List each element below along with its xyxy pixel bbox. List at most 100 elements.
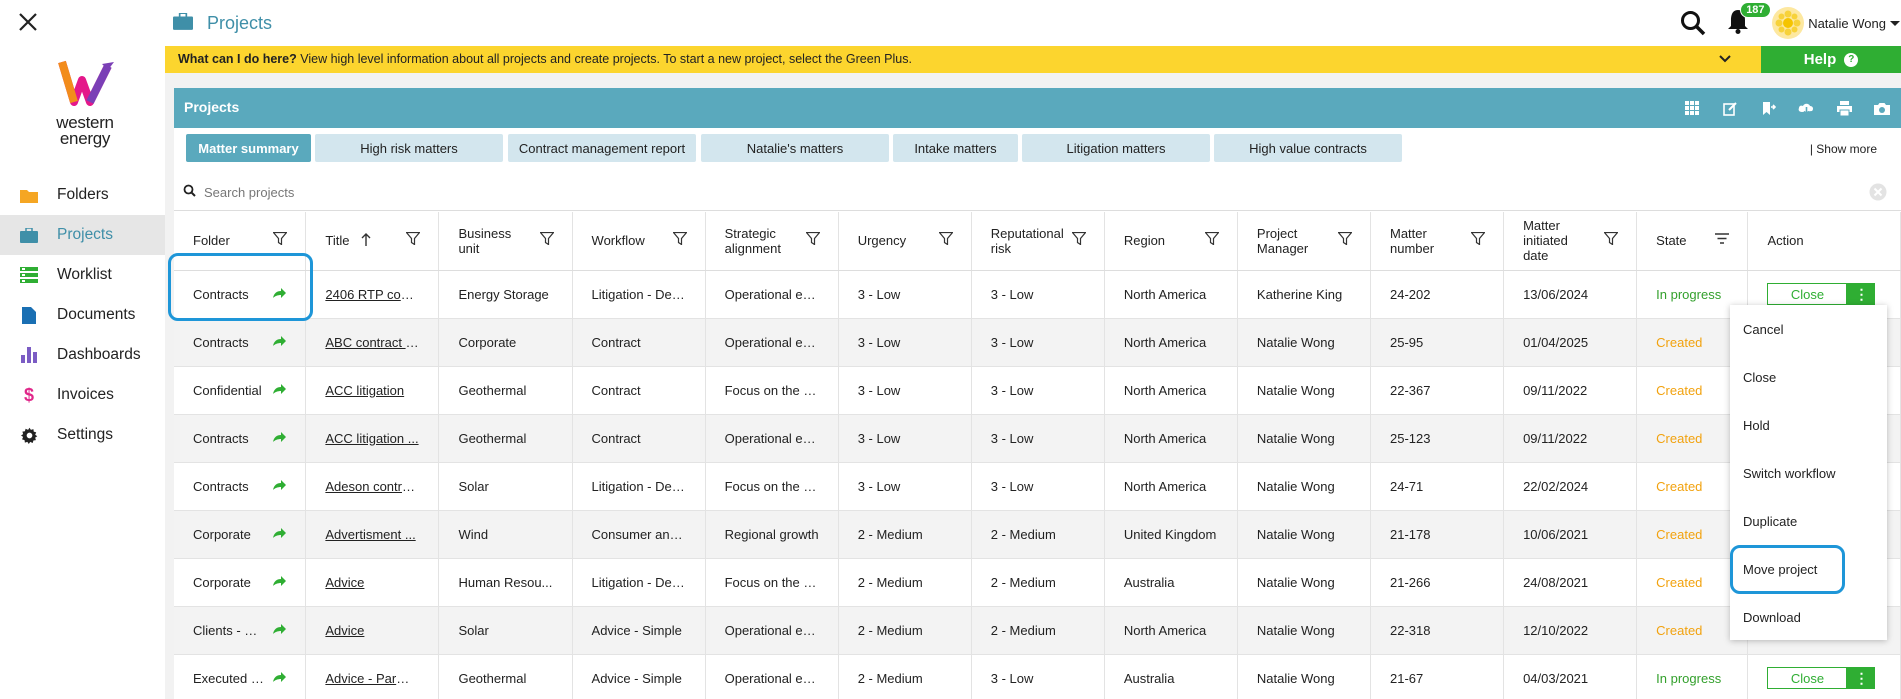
close-project-button[interactable]: Close [1767, 667, 1848, 689]
column-header-urgency[interactable]: Urgency [838, 212, 972, 271]
filter-lines-icon[interactable] [1715, 232, 1730, 247]
search-icon[interactable] [1680, 10, 1706, 36]
filter-icon[interactable] [804, 231, 821, 248]
tab-litigation-matters[interactable]: Litigation matters [1022, 134, 1210, 162]
go-to-folder-arrow-icon[interactable] [272, 335, 287, 350]
column-header-title[interactable]: Title [305, 212, 440, 271]
go-to-folder-arrow-icon[interactable] [272, 479, 287, 494]
go-to-folder-arrow-icon[interactable] [272, 623, 287, 638]
cell-title[interactable]: Advertisment ... [305, 510, 440, 559]
filter-icon[interactable] [1204, 231, 1220, 248]
filter-icon[interactable] [272, 231, 289, 248]
menu-item-cancel[interactable]: Cancel [1730, 305, 1887, 353]
sidebar-item-dashboards[interactable]: Dashboards [0, 335, 165, 375]
sidebar-item-documents[interactable]: Documents [0, 295, 165, 335]
go-to-folder-arrow-icon[interactable] [272, 575, 287, 590]
menu-item-move-project[interactable]: Move project [1730, 545, 1887, 593]
help-button[interactable]: Help? [1761, 46, 1901, 73]
notification-bell[interactable]: 187 [1726, 1, 1771, 39]
column-header-matter-initiated-date[interactable]: Matter initiated date [1503, 212, 1638, 271]
cell-title[interactable]: Advice - Parma... [305, 654, 440, 699]
bookmark-export-icon[interactable] [1759, 99, 1777, 117]
tab-natalies-matters[interactable]: Natalie's matters [701, 134, 889, 162]
filter-icon[interactable] [1470, 231, 1486, 248]
edit-icon[interactable] [1721, 99, 1739, 117]
more-actions-kebab-icon[interactable]: ⋮ [1847, 283, 1876, 305]
filter-icon[interactable] [405, 231, 422, 248]
chevron-down-icon[interactable] [1890, 19, 1900, 27]
go-to-folder-arrow-icon[interactable] [272, 671, 287, 686]
filter-icon[interactable] [1071, 231, 1087, 248]
project-title-link[interactable]: Advice [325, 575, 364, 590]
go-to-folder-arrow-icon[interactable] [272, 527, 287, 542]
project-title-link[interactable]: ACC litigation ... [325, 431, 418, 446]
table-row[interactable]: Contracts ACC litigation ... Geothermal Con… [174, 414, 1901, 463]
sort-ascending-icon[interactable] [361, 233, 371, 249]
table-row[interactable]: Confidential ACC litigation Geothermal Cont… [174, 366, 1901, 415]
cell-title[interactable]: 2406 RTP cont... [305, 270, 440, 319]
menu-item-hold[interactable]: Hold [1730, 401, 1887, 449]
column-header-business-unit[interactable]: Business unit [438, 212, 573, 271]
column-header-state[interactable]: State [1636, 212, 1749, 271]
sidebar-item-projects[interactable]: Projects [0, 215, 165, 255]
project-title-link[interactable]: Advertisment ... [325, 527, 415, 542]
sidebar-item-invoices[interactable]: $ Invoices [0, 375, 165, 415]
sidebar-item-folders[interactable]: Folders [0, 175, 165, 215]
project-title-link[interactable]: Advice - Parma... [325, 671, 425, 686]
menu-item-close[interactable]: Close [1730, 353, 1887, 401]
table-row[interactable]: Clients - No... Advice Solar Advice - Simpl… [174, 606, 1901, 655]
table-row[interactable]: Corporate Advice Human Resou... Litigation … [174, 558, 1901, 607]
cloud-download-icon[interactable] [1797, 99, 1815, 117]
column-header-matter-number[interactable]: Matter number [1370, 212, 1505, 271]
print-icon[interactable] [1835, 99, 1853, 117]
tab-matter-summary[interactable]: Matter summary [186, 134, 311, 162]
cell-title[interactable]: ACC litigation ... [305, 414, 440, 463]
filter-icon[interactable] [1337, 231, 1353, 248]
table-row[interactable]: Contracts 2406 RTP cont... Energy Storage L… [174, 270, 1901, 319]
table-row[interactable]: Contracts ABC contract 2... Corporate Contr… [174, 318, 1901, 367]
menu-item-switch-workflow[interactable]: Switch workflow [1730, 449, 1887, 497]
column-header-reputational-risk[interactable]: Reputational risk [971, 212, 1105, 271]
close-project-button[interactable]: Close [1767, 283, 1848, 305]
go-to-folder-arrow-icon[interactable] [272, 287, 287, 302]
avatar[interactable] [1772, 7, 1805, 39]
cell-title[interactable]: Advice [305, 558, 440, 607]
tab-high-value-contracts[interactable]: High value contracts [1214, 134, 1402, 162]
column-header-project-manager[interactable]: Project Manager [1237, 212, 1372, 271]
cell-title[interactable]: Advice [305, 606, 440, 655]
project-title-link[interactable]: Advice [325, 623, 364, 638]
sidebar-item-settings[interactable]: Settings [0, 415, 165, 455]
search-input[interactable] [204, 182, 1704, 202]
cell-title[interactable]: ACC litigation [305, 366, 440, 415]
go-to-folder-arrow-icon[interactable] [272, 383, 287, 398]
column-header-workflow[interactable]: Workflow [572, 212, 706, 271]
tab-contract-management-report[interactable]: Contract management report [508, 134, 696, 162]
menu-item-download[interactable]: Download [1730, 593, 1887, 641]
column-header-region[interactable]: Region [1104, 212, 1238, 271]
project-title-link[interactable]: ACC litigation [325, 383, 404, 398]
camera-icon[interactable] [1873, 99, 1891, 117]
close-icon[interactable] [16, 10, 40, 34]
go-to-folder-arrow-icon[interactable] [272, 431, 287, 446]
project-title-link[interactable]: ABC contract 2... [325, 335, 423, 350]
column-header-folder[interactable]: Folder [174, 212, 307, 271]
filter-icon[interactable] [1603, 231, 1619, 248]
chevron-down-icon[interactable] [1719, 54, 1731, 64]
filter-icon[interactable] [671, 231, 688, 248]
project-title-link[interactable]: 2406 RTP cont... [325, 287, 422, 302]
column-header-strategic-alignment[interactable]: Strategic alignment [705, 212, 839, 271]
table-row[interactable]: Contracts Adeson contra... Solar Litigation… [174, 462, 1901, 511]
tab-intake-matters[interactable]: Intake matters [893, 134, 1018, 162]
clear-search-icon[interactable] [1869, 183, 1887, 206]
project-title-link[interactable]: Adeson contra... [325, 479, 420, 494]
grid-view-icon[interactable] [1683, 99, 1701, 117]
cell-title[interactable]: ABC contract 2... [305, 318, 440, 367]
show-more-link[interactable]: | Show more [1810, 142, 1877, 156]
cell-title[interactable]: Adeson contra... [305, 462, 440, 511]
table-row[interactable]: Executed c... Advice - Parma... Geothermal… [174, 654, 1901, 699]
user-name[interactable]: Natalie Wong [1808, 16, 1886, 31]
filter-icon[interactable] [538, 231, 555, 248]
menu-item-duplicate[interactable]: Duplicate [1730, 497, 1887, 545]
sidebar-item-worklist[interactable]: Worklist [0, 255, 165, 295]
table-row[interactable]: Corporate Advertisment ... Wind Consumer an… [174, 510, 1901, 559]
